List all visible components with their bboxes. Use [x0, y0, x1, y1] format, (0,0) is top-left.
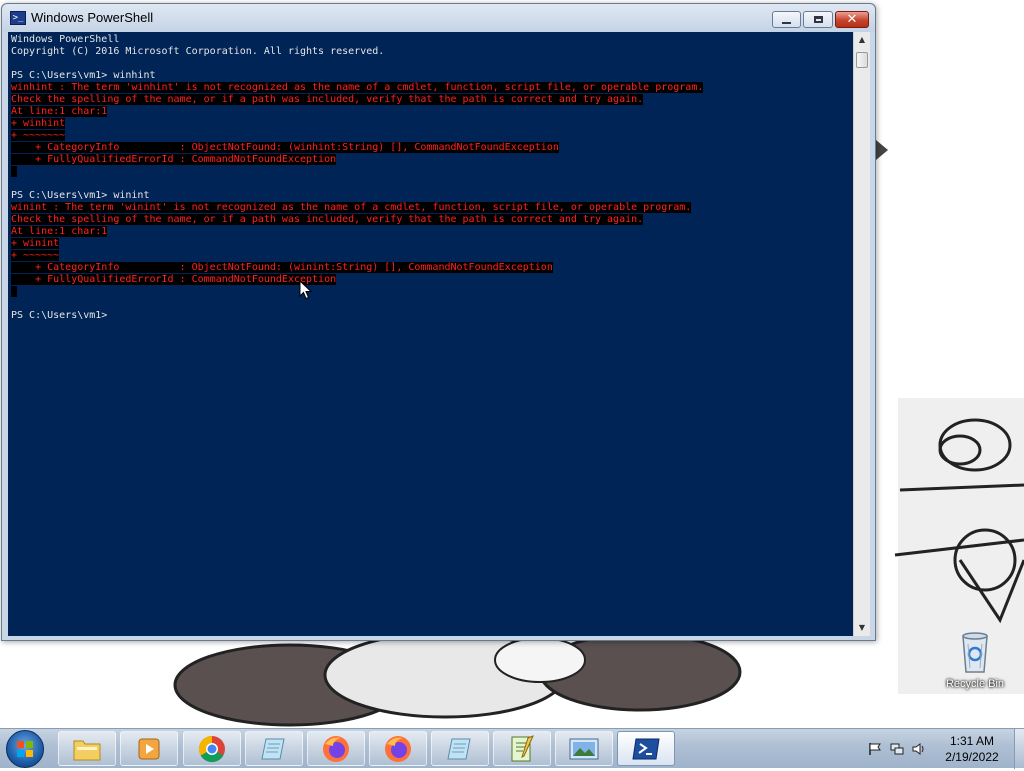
console-error-line [11, 286, 853, 298]
close-button[interactable]: ✕ [835, 11, 869, 28]
powershell-icon [632, 738, 660, 759]
action-center-flag-icon[interactable] [868, 742, 882, 756]
recycle-bin-icon [962, 632, 988, 673]
console-output[interactable]: Windows PowerShell Copyright (C) 2016 Mic… [8, 32, 853, 636]
console-line-text: + CategoryInfo : ObjectNotFound: (winint… [11, 262, 553, 273]
minimize-button[interactable] [772, 11, 801, 28]
console-line-text: + winhint [11, 118, 66, 129]
taskbar-item-firefox-2[interactable] [369, 731, 427, 766]
console-line-text: + FullyQualifiedErrorId : CommandNotFoun… [11, 274, 337, 285]
scroll-down-button[interactable]: ▼ [854, 620, 870, 636]
start-button[interactable] [6, 730, 44, 768]
notepad-icon [261, 738, 285, 759]
recycle-bin-shortcut[interactable]: Recycle Bin [940, 630, 1010, 690]
console-line-text: + ~~~~~~ [11, 250, 60, 261]
console-error-line: winint : The term 'winint' is not recogn… [11, 202, 853, 214]
taskbar-item-editor[interactable] [493, 731, 551, 766]
console-line-text: PS C:\Users\vm1> winhint [11, 70, 156, 81]
clock-time: 1:31 AM [949, 734, 995, 748]
taskbar-item-firefox-1[interactable] [307, 731, 365, 766]
console-line-text [11, 166, 18, 177]
windows-logo-icon [17, 741, 33, 757]
console-line-text: Check the spelling of the name, or if a … [11, 214, 644, 225]
console-line-text: + winint [11, 238, 60, 249]
console-error-line: Check the spelling of the name, or if a … [11, 94, 853, 106]
text-editor-icon [511, 734, 534, 761]
console-error-line: Check the spelling of the name, or if a … [11, 214, 853, 226]
taskbar-item-image-viewer[interactable] [555, 731, 613, 766]
console-error-line: + FullyQualifiedErrorId : CommandNotFoun… [11, 154, 853, 166]
window-titlebar[interactable]: >_ Windows PowerShell ✕ [2, 4, 875, 32]
console-line-text: Check the spelling of the name, or if a … [11, 94, 644, 105]
recycle-bin-label: Recycle Bin [945, 678, 1005, 690]
taskbar-clock[interactable]: 1:31 AM 2/19/2022 [932, 733, 1012, 765]
console-error-line: + FullyQualifiedErrorId : CommandNotFoun… [11, 274, 853, 286]
console-text: Windows PowerShell Copyright (C) 2016 Mic… [8, 32, 853, 322]
console-line-text: + CategoryInfo : ObjectNotFound: (winhin… [11, 142, 559, 153]
console-line: Copyright (C) 2016 Microsoft Corporation… [11, 46, 853, 58]
maximize-icon [813, 16, 823, 23]
console-line-text: PS C:\Users\vm1> winint [11, 190, 150, 201]
console-line-text: At line:1 char:1 [11, 226, 108, 237]
close-icon: ✕ [846, 12, 858, 27]
console-line-text: winint : The term 'winint' is not recogn… [11, 202, 692, 213]
taskbar: 1:31 AM 2/19/2022 [0, 728, 1024, 769]
console-line-text: + ~~~~~~~ [11, 130, 66, 141]
console-line: PS C:\Users\vm1> winhint [11, 70, 853, 82]
notepad-icon [447, 738, 471, 759]
console-error-line: At line:1 char:1 [11, 106, 853, 118]
console-error-line: + winint [11, 238, 853, 250]
show-desktop-button[interactable] [1014, 729, 1024, 769]
scroll-up-button[interactable]: ▲ [854, 32, 870, 48]
taskbar-item-chrome[interactable] [183, 731, 241, 766]
media-player-icon [138, 738, 160, 759]
console-line: Windows PowerShell [11, 34, 853, 46]
console-line: PS C:\Users\vm1> [11, 310, 853, 322]
chrome-icon [198, 735, 225, 762]
taskbar-item-notepad[interactable] [245, 731, 303, 766]
console-error-line: + ~~~~~~ [11, 250, 853, 262]
console-line-text [11, 286, 18, 297]
console-line-text: + FullyQualifiedErrorId : CommandNotFoun… [11, 154, 337, 165]
console-error-line: winhint : The term 'winhint' is not reco… [11, 82, 853, 94]
scroll-thumb[interactable] [856, 52, 868, 68]
powershell-window[interactable]: >_ Windows PowerShell ✕ Windows PowerShe… [1, 3, 876, 641]
firefox-icon [385, 735, 411, 762]
mouse-pointer-icon [299, 280, 313, 300]
clock-date: 2/19/2022 [945, 750, 999, 764]
taskbar-item-explorer[interactable] [58, 731, 116, 766]
console-error-line: At line:1 char:1 [11, 226, 853, 238]
console-error-line: + CategoryInfo : ObjectNotFound: (winhin… [11, 142, 853, 154]
window-title: Windows PowerShell [31, 10, 154, 25]
console-line: PS C:\Users\vm1> winint [11, 190, 853, 202]
console-line-text: PS C:\Users\vm1> [11, 310, 108, 321]
console-error-line: + ~~~~~~~ [11, 130, 853, 142]
powershell-icon[interactable]: >_ [10, 11, 26, 25]
vertical-scrollbar[interactable]: ▲ ▼ [853, 32, 870, 636]
folder-icon [73, 740, 101, 760]
image-viewer-icon [569, 738, 599, 759]
firefox-icon [323, 735, 349, 762]
network-icon[interactable] [890, 742, 904, 756]
console-line-text: winhint : The term 'winhint' is not reco… [11, 82, 704, 93]
console-line-text: Windows PowerShell [11, 34, 120, 45]
taskbar-item-notepad-2[interactable] [431, 731, 489, 766]
console-error-line: + CategoryInfo : ObjectNotFound: (winint… [11, 262, 853, 274]
console-line-text: At line:1 char:1 [11, 106, 108, 117]
console-line-text: Copyright (C) 2016 Microsoft Corporation… [11, 46, 385, 57]
taskbar-item-powershell[interactable] [617, 731, 675, 766]
console-error-line: + winhint [11, 118, 853, 130]
maximize-button[interactable] [803, 11, 833, 28]
console-error-line [11, 166, 853, 178]
taskbar-item-media-player[interactable] [120, 731, 178, 766]
minimize-icon [782, 21, 791, 24]
volume-icon[interactable] [912, 742, 926, 756]
